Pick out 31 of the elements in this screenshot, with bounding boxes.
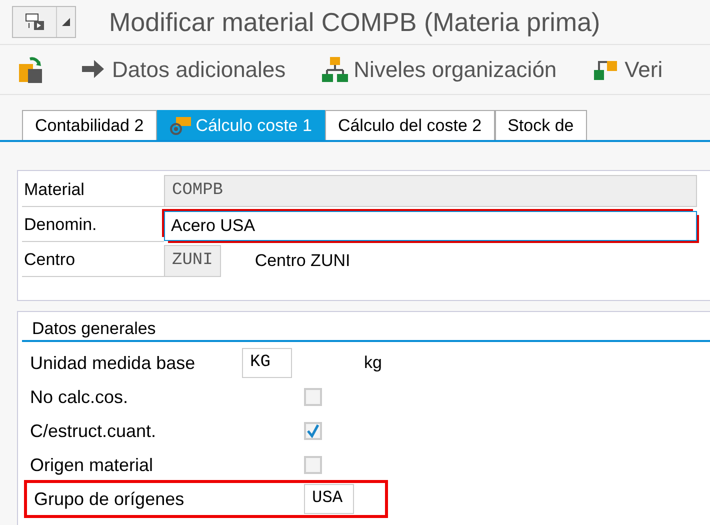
field-label: No calc.cos. <box>30 386 130 408</box>
section-title: Datos generales <box>22 312 710 342</box>
plant-field: ZUNI <box>164 244 221 276</box>
menu-icon <box>24 13 44 31</box>
field-label: Unidad medida base <box>30 352 196 374</box>
input-field[interactable]: USA <box>304 484 354 514</box>
field-label: Denomin. <box>22 210 164 242</box>
checkbox[interactable] <box>304 456 322 474</box>
toolbar-button[interactable]: Niveles organización <box>322 53 557 86</box>
input-field[interactable]: KG <box>242 348 292 378</box>
toolbar-button[interactable]: Veri <box>592 53 663 86</box>
check-icon <box>306 424 320 438</box>
checkbox[interactable] <box>304 422 322 440</box>
input-field[interactable]: Acero USA <box>164 210 697 240</box>
toolbar-button[interactable]: Datos adicionales <box>80 53 286 86</box>
window-title: Modificar material COMPB (Materia prima) <box>109 6 600 38</box>
field-label: Grupo de orígenes <box>34 488 186 511</box>
menu-button[interactable] <box>12 6 76 38</box>
caret-icon <box>62 18 70 26</box>
copy-icon <box>18 56 44 84</box>
tab[interactable]: Contabilidad 2 <box>22 110 157 140</box>
checkbox[interactable] <box>304 388 322 406</box>
field-description: Centro ZUNI <box>254 250 350 272</box>
tab[interactable]: Stock de <box>494 110 587 140</box>
material-field: COMPB <box>164 174 697 206</box>
field-label: C/estruct.cuant. <box>30 420 158 442</box>
hierarchy-icon <box>322 56 348 84</box>
tab[interactable]: Cálculo del coste 2 <box>324 110 495 140</box>
field-description: kg <box>364 352 382 374</box>
toolbar-icon-button[interactable] <box>18 56 44 84</box>
field-label: Origen material <box>30 454 154 477</box>
